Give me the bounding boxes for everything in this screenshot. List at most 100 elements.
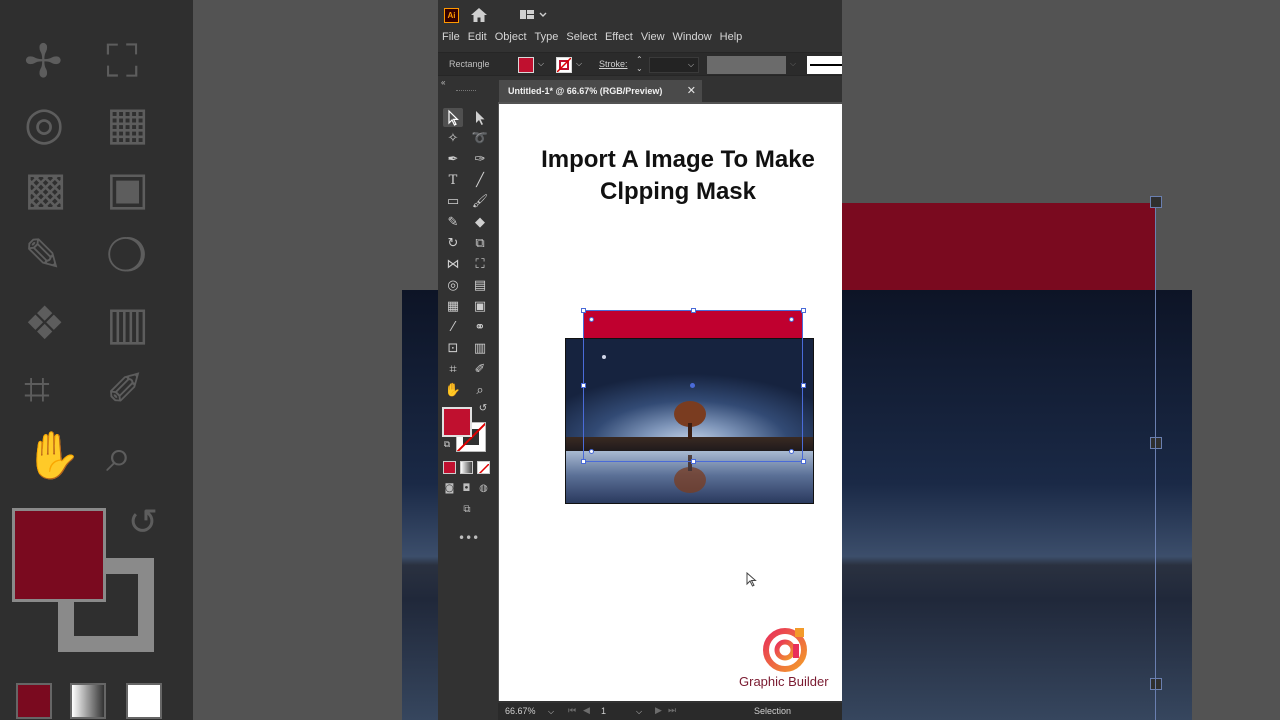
last-artboard-icon[interactable]: ⏭ xyxy=(668,705,676,716)
stroke-color-swatch[interactable] xyxy=(556,57,572,73)
stroke-weight-dropdown-icon[interactable]: ⌵ xyxy=(688,60,694,70)
menu-type[interactable]: Type xyxy=(531,30,563,44)
menu-help[interactable]: Help xyxy=(716,30,747,44)
collapse-panel-icon[interactable]: « xyxy=(441,78,445,87)
corner-widget[interactable] xyxy=(589,317,594,322)
draw-behind-icon[interactable]: ◘ xyxy=(460,483,473,495)
resize-handle[interactable] xyxy=(581,383,586,388)
graphic-builder-logo xyxy=(763,628,807,672)
bg-handle xyxy=(1150,196,1162,208)
menu-view[interactable]: View xyxy=(637,30,669,44)
mouse-cursor-icon xyxy=(746,572,757,587)
zoom-tool-icon[interactable]: ⌕ xyxy=(470,381,490,400)
resize-handle[interactable] xyxy=(581,308,586,313)
gradient-mode-icon[interactable] xyxy=(460,461,473,474)
magic-wand-tool-icon[interactable]: ✧ xyxy=(443,129,463,148)
fill-dropdown-icon[interactable]: ⌵ xyxy=(538,59,544,69)
free-transform-tool-icon[interactable]: ⛶ xyxy=(470,255,490,274)
width-tool-icon[interactable]: ⋈ xyxy=(443,255,463,274)
pen-tool-icon[interactable]: ✒ xyxy=(443,150,463,169)
edit-toolbar-icon[interactable]: ••• xyxy=(458,532,479,544)
blend-tool-icon[interactable]: ⚭ xyxy=(470,318,490,337)
resize-handle[interactable] xyxy=(801,383,806,388)
variable-width-field[interactable] xyxy=(707,56,786,74)
variable-width-dropdown-icon[interactable]: ⌵ xyxy=(790,59,796,69)
none-mode-icon[interactable] xyxy=(477,461,490,474)
brush-definition-preview[interactable] xyxy=(807,56,842,74)
resize-handle[interactable] xyxy=(691,459,696,464)
bg-none-swatch xyxy=(126,683,162,719)
menu-select[interactable]: Select xyxy=(562,30,601,44)
swap-fill-stroke-icon[interactable]: ↺ xyxy=(476,402,490,416)
bg-zoom-icon: ⌕ xyxy=(106,428,132,482)
control-bar: Rectangle ⌵ ⌵ Stroke: ⌃ ⌄ ⌵ ⌵ xyxy=(438,52,842,76)
resize-handle[interactable] xyxy=(581,459,586,464)
artboard[interactable]: Import A Image To Make Clpping Mask Grap… xyxy=(499,104,842,701)
color-mode-icon[interactable] xyxy=(443,461,456,474)
perspective-grid-tool-icon[interactable]: ▤ xyxy=(470,276,490,295)
shaper-tool-icon[interactable]: ✎ xyxy=(443,213,463,232)
paintbrush-tool-icon[interactable]: 🖌 xyxy=(470,192,490,211)
stroke-label[interactable]: Stroke: xyxy=(599,59,628,69)
stroke-stepper-icon[interactable]: ⌃ ⌄ xyxy=(636,55,643,73)
type-tool-icon[interactable]: T xyxy=(443,171,463,190)
bg-gradient-swatch xyxy=(70,683,106,719)
workspace-switcher-icon[interactable] xyxy=(519,8,549,22)
panel-grip xyxy=(456,90,476,92)
lasso-tool-icon[interactable]: ➰ xyxy=(470,129,490,148)
scale-tool-icon[interactable]: ⧉ xyxy=(470,234,490,253)
menu-object[interactable]: Object xyxy=(491,30,531,44)
status-current-tool: Selection xyxy=(754,706,792,716)
screen-mode-icon[interactable]: ⧉ xyxy=(458,504,476,516)
stroke-dropdown-icon[interactable]: ⌵ xyxy=(576,59,582,69)
line-segment-tool-icon[interactable]: ╱ xyxy=(470,171,490,190)
corner-widget[interactable] xyxy=(589,449,594,454)
bg-perspective-icon: ▦ xyxy=(106,96,150,150)
zoom-level[interactable]: 66.67% xyxy=(505,706,536,716)
document-tab[interactable]: Untitled-1* @ 66.67% (RGB/Preview) ✕ xyxy=(499,80,702,102)
fill-color-box[interactable] xyxy=(442,407,472,437)
default-fill-stroke-icon[interactable]: ⧉ xyxy=(440,438,454,452)
previous-artboard-icon[interactable]: ◀ xyxy=(583,705,590,716)
gradient-tool-icon[interactable]: ▣ xyxy=(470,297,490,316)
resize-handle[interactable] xyxy=(801,459,806,464)
corner-widget[interactable] xyxy=(789,449,794,454)
hand-tool-icon[interactable]: ✋ xyxy=(443,381,463,400)
direct-selection-tool-icon[interactable] xyxy=(470,108,490,127)
selection-tool-icon[interactable] xyxy=(443,108,463,127)
rectangle-tool-icon[interactable]: ▭ xyxy=(443,192,463,211)
first-artboard-icon[interactable]: ⏮ xyxy=(568,705,576,716)
menu-edit[interactable]: Edit xyxy=(464,30,491,44)
close-tab-icon[interactable]: ✕ xyxy=(687,80,696,102)
bg-blend-icon: ❍ xyxy=(106,228,148,282)
artboard-number[interactable]: 1 xyxy=(601,706,606,716)
corner-widget[interactable] xyxy=(789,317,794,322)
none-stroke-icon xyxy=(556,57,572,73)
slice-tool-icon[interactable]: ✐ xyxy=(470,360,490,379)
bg-gradient-icon: ▣ xyxy=(106,161,150,215)
menu-file[interactable]: File xyxy=(438,30,464,44)
eyedropper-tool-icon[interactable]: ⁄ xyxy=(443,318,463,337)
home-icon[interactable] xyxy=(470,7,488,23)
bg-handle xyxy=(1150,678,1162,690)
symbol-sprayer-tool-icon[interactable]: ⊡ xyxy=(443,339,463,358)
next-artboard-icon[interactable]: ▶ xyxy=(655,705,662,716)
artboard-tool-icon[interactable]: ⌗ xyxy=(443,360,463,379)
zoom-dropdown-icon[interactable]: ⌵ xyxy=(548,707,554,717)
mesh-tool-icon[interactable]: ▦ xyxy=(443,297,463,316)
menu-effect[interactable]: Effect xyxy=(601,30,637,44)
draw-inside-icon[interactable]: ◍ xyxy=(477,483,490,495)
resize-handle[interactable] xyxy=(801,308,806,313)
fill-color-swatch[interactable] xyxy=(518,57,534,73)
draw-normal-icon[interactable]: ◙ xyxy=(443,483,456,495)
shape-builder-tool-icon[interactable]: ◎ xyxy=(443,276,463,295)
column-graph-tool-icon[interactable]: ▥ xyxy=(470,339,490,358)
title-bar: Ai xyxy=(438,0,842,30)
resize-handle[interactable] xyxy=(691,308,696,313)
artboard-dropdown-icon[interactable]: ⌵ xyxy=(636,707,642,717)
menu-window[interactable]: Window xyxy=(669,30,716,44)
rotate-tool-icon[interactable]: ↻ xyxy=(443,234,463,253)
eraser-tool-icon[interactable]: ◆ xyxy=(470,213,490,232)
stroke-weight-field[interactable]: ⌵ xyxy=(649,57,699,73)
curvature-tool-icon[interactable]: ✑ xyxy=(470,150,490,169)
